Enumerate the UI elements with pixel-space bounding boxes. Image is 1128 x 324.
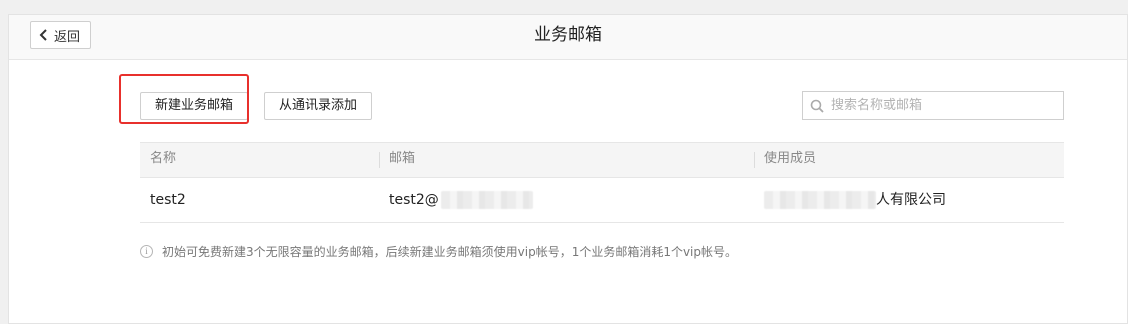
mailbox-table: 名称 邮箱 使用成员 test2 test2@ 人有限公司 (140, 142, 1064, 223)
table-row[interactable]: test2 test2@ 人有限公司 (140, 178, 1064, 223)
info-note-text: 初始可免费新建3个无限容量的业务邮箱，后续新建业务邮箱须使用vip帐号，1个业务… (162, 245, 738, 259)
page-title: 业务邮箱 (534, 25, 602, 45)
email-prefix: test2@ (389, 192, 439, 208)
redacted-company (764, 191, 876, 209)
column-divider (379, 152, 380, 168)
column-divider (754, 152, 755, 168)
cell-email: test2@ (389, 178, 533, 222)
add-from-contacts-button[interactable]: 从通讯录添加 (264, 92, 373, 120)
info-note: i 初始可免费新建3个无限容量的业务邮箱，后续新建业务邮箱须使用vip帐号，1个… (140, 243, 737, 260)
info-icon: i (140, 245, 153, 258)
search-input[interactable] (831, 92, 1063, 119)
column-header-email: 邮箱 (389, 151, 416, 166)
page-header: 返回 业务邮箱 (9, 15, 1127, 60)
search-icon (803, 99, 831, 113)
main-panel: 返回 业务邮箱 新建业务邮箱 从通讯录添加 名称 邮箱 使用成员 test2 t… (8, 14, 1128, 324)
cell-name: test2 (150, 192, 186, 208)
member-company-suffix: 人有限公司 (876, 192, 946, 208)
cell-members: 人有限公司 (764, 178, 946, 222)
new-business-mailbox-button[interactable]: 新建业务邮箱 (140, 92, 249, 120)
redacted-domain (440, 191, 533, 209)
column-header-name: 名称 (150, 151, 177, 166)
search-box[interactable] (802, 91, 1064, 120)
table-header: 名称 邮箱 使用成员 (140, 142, 1064, 178)
column-header-members: 使用成员 (764, 151, 817, 166)
